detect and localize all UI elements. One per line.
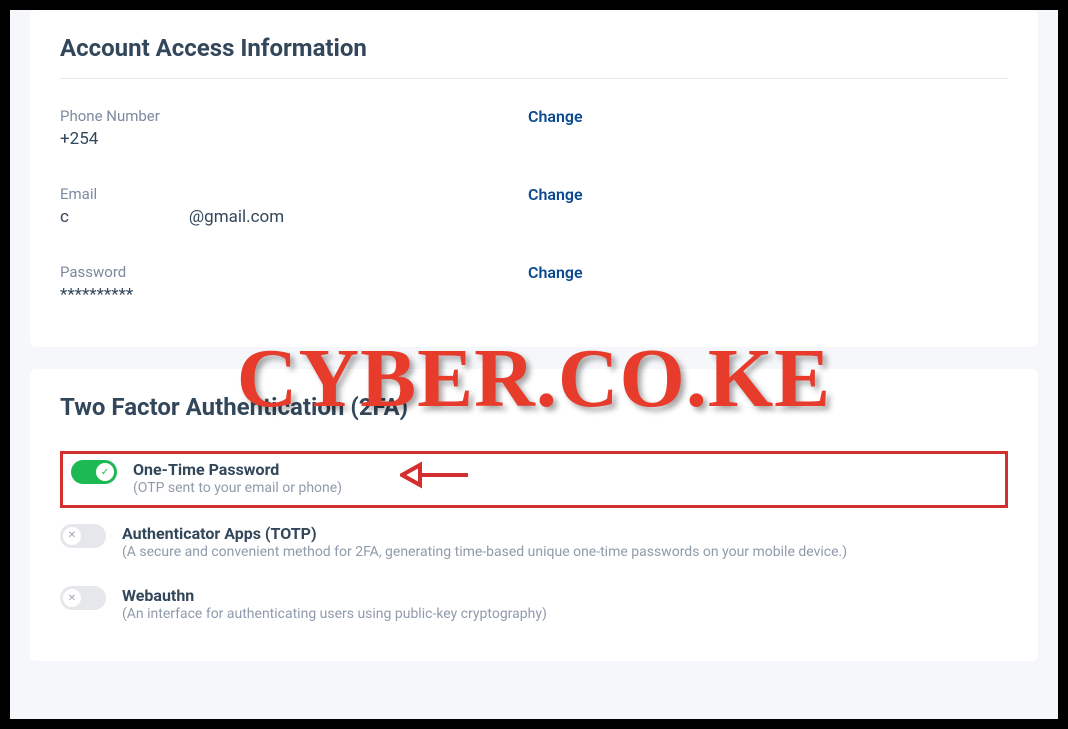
password-label: Password [60, 263, 528, 281]
otp-title: One-Time Password [133, 460, 997, 479]
check-icon: ✓ [96, 463, 114, 481]
totp-row: ✕ Authenticator Apps (TOTP) (A secure an… [60, 512, 1008, 575]
otp-desc: (OTP sent to your email or phone) [133, 479, 997, 499]
phone-row: Phone Number +254 Change [60, 89, 1008, 167]
webauthn-toggle[interactable]: ✕ [60, 586, 106, 610]
webauthn-title: Webauthn [122, 586, 1008, 605]
change-phone-link[interactable]: Change [528, 107, 1008, 126]
email-value: c @gmail.com [60, 207, 528, 227]
divider [60, 78, 1008, 79]
totp-title: Authenticator Apps (TOTP) [122, 524, 1008, 543]
twofa-title: Two Factor Authentication (2FA) [60, 393, 1008, 421]
email-prefix: c [60, 207, 69, 227]
email-row: Email c @gmail.com Change [60, 167, 1008, 245]
twofa-card: Two Factor Authentication (2FA) ✓ One-Ti… [30, 369, 1038, 661]
otp-highlight: ✓ One-Time Password (OTP sent to your em… [60, 451, 1008, 508]
email-suffix: @gmail.com [189, 207, 284, 227]
webauthn-desc: (An interface for authenticating users u… [122, 605, 1008, 625]
email-redacted [69, 210, 189, 226]
account-card: Account Access Information Phone Number … [30, 10, 1038, 347]
email-label: Email [60, 185, 528, 203]
phone-label: Phone Number [60, 107, 528, 125]
totp-desc: (A secure and convenient method for 2FA,… [122, 543, 942, 563]
password-value: ********** [60, 285, 528, 305]
x-icon: ✕ [63, 589, 81, 607]
change-password-link[interactable]: Change [528, 263, 1008, 282]
phone-value: +254 [60, 129, 528, 149]
totp-toggle[interactable]: ✕ [60, 524, 106, 548]
webauthn-row: ✕ Webauthn (An interface for authenticat… [60, 574, 1008, 637]
change-email-link[interactable]: Change [528, 185, 1008, 204]
otp-toggle[interactable]: ✓ [71, 460, 117, 484]
account-title: Account Access Information [60, 34, 1008, 62]
password-row: Password ********** Change [60, 245, 1008, 323]
x-icon: ✕ [63, 527, 81, 545]
